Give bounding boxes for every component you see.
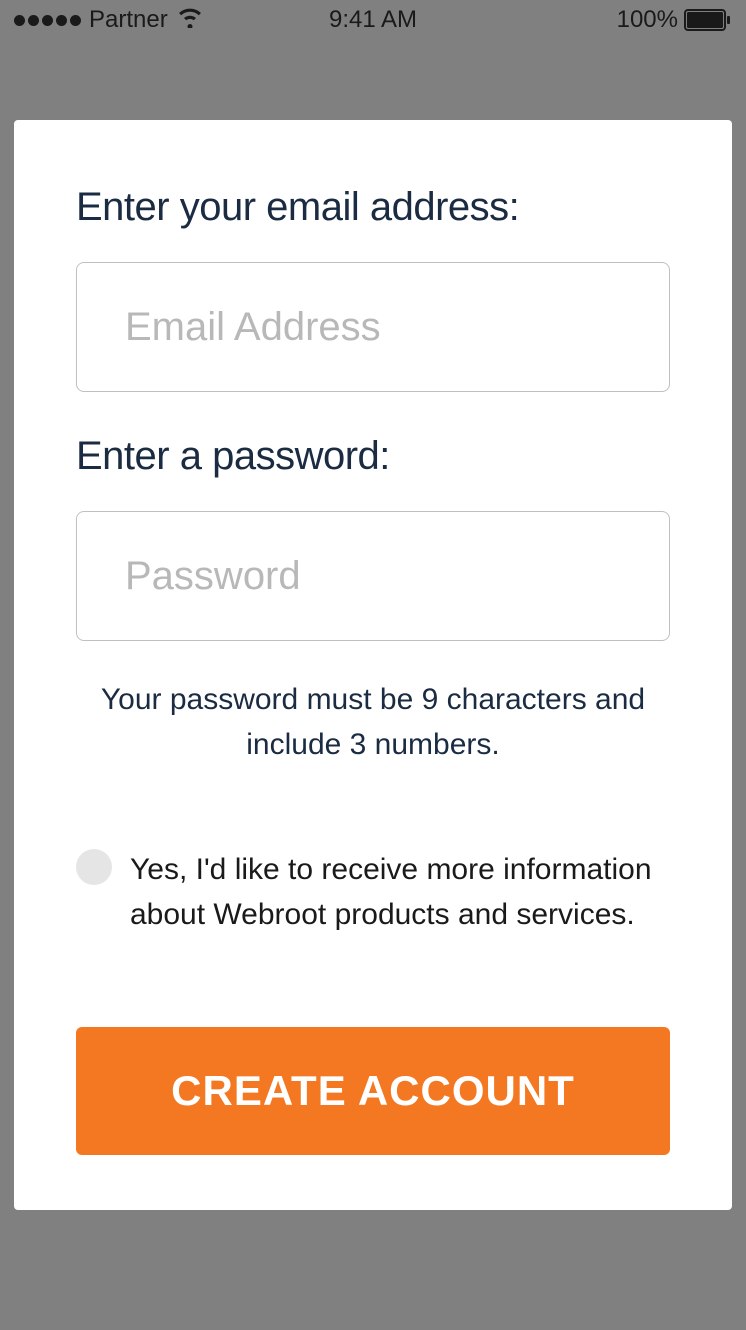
- signup-modal: Enter your email address: Enter a passwo…: [14, 120, 732, 1210]
- wifi-icon: [176, 6, 204, 35]
- marketing-optin-label: Yes, I'd like to receive more informatio…: [130, 847, 670, 937]
- password-label: Enter a password:: [76, 434, 670, 479]
- password-field-group: Enter a password:: [76, 434, 670, 641]
- password-hint: Your password must be 9 characters and i…: [76, 677, 670, 767]
- email-label: Enter your email address:: [76, 185, 670, 230]
- create-account-button[interactable]: CREATE ACCOUNT: [76, 1027, 670, 1155]
- status-bar: Partner 9:41 AM 100%: [0, 0, 746, 40]
- battery-icon: [684, 9, 732, 31]
- signal-strength-icon: [14, 15, 81, 26]
- email-input[interactable]: [76, 262, 670, 392]
- status-time: 9:41 AM: [329, 6, 417, 34]
- carrier-label: Partner: [89, 6, 168, 34]
- marketing-optin-checkbox[interactable]: [76, 849, 112, 885]
- status-bar-right: 100%: [617, 6, 732, 34]
- password-input[interactable]: [76, 511, 670, 641]
- email-field-group: Enter your email address:: [76, 185, 670, 392]
- status-bar-left: Partner: [14, 6, 204, 35]
- battery-percent-label: 100%: [617, 6, 678, 34]
- marketing-optin-row: Yes, I'd like to receive more informatio…: [76, 847, 670, 937]
